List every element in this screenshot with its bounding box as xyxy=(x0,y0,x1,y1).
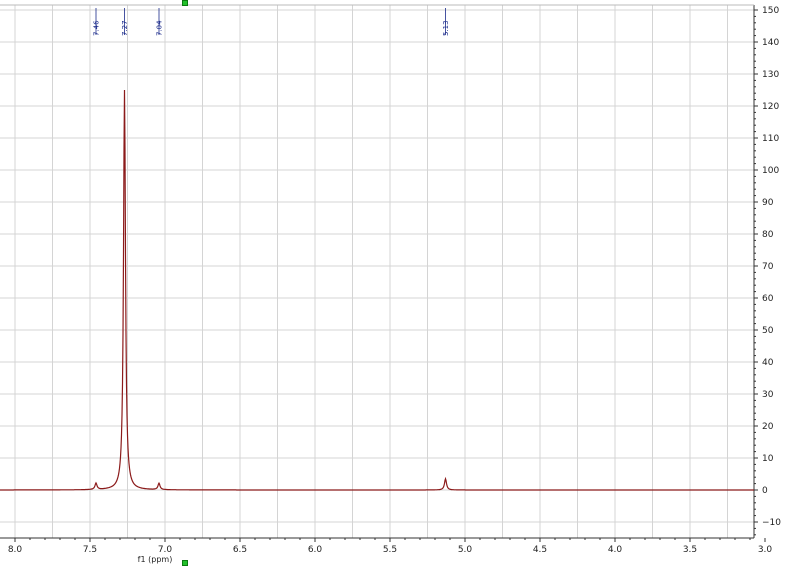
peak-label: 7.46 xyxy=(93,20,101,36)
x-axis-title: f1 (ppm) xyxy=(138,555,173,564)
x-tick-label: 4.0 xyxy=(608,545,623,555)
y-tick-label: 130 xyxy=(762,70,779,80)
x-tick-label: 6.5 xyxy=(233,545,247,555)
y-tick-label: 150 xyxy=(762,6,779,16)
y-tick-label: 50 xyxy=(762,326,774,336)
y-tick-label: 110 xyxy=(762,134,779,144)
y-tick-label: 0 xyxy=(762,486,768,496)
nmr-spectrum-chart: 7.467.277.045.132.051.681.571.260.880.84… xyxy=(0,0,800,565)
y-tick-label: 100 xyxy=(762,166,779,176)
y-tick-label: 30 xyxy=(762,390,774,400)
y-tick-label: 90 xyxy=(762,198,774,208)
y-tick-label: 70 xyxy=(762,262,774,272)
y-tick-label: 60 xyxy=(762,294,774,304)
x-tick-label: 5.5 xyxy=(383,545,397,555)
x-tick-label: 5.0 xyxy=(458,545,473,555)
top-range-marker[interactable] xyxy=(182,0,188,6)
x-tick-label: 8.0 xyxy=(8,545,23,555)
y-tick-label: 140 xyxy=(762,38,779,48)
x-tick-label: 7.5 xyxy=(83,545,97,555)
peak-label: 7.04 xyxy=(156,20,164,36)
plot-background xyxy=(0,0,800,565)
bottom-range-marker[interactable] xyxy=(182,560,188,566)
y-tick-label: 20 xyxy=(762,422,774,432)
y-tick-label: 40 xyxy=(762,358,774,368)
peak-label: 7.27 xyxy=(121,20,129,36)
y-tick-label: −10 xyxy=(762,518,781,528)
peak-label: 5.13 xyxy=(442,20,450,36)
x-tick-label: 6.0 xyxy=(308,545,323,555)
x-tick-label: 3.5 xyxy=(683,545,697,555)
x-tick-label: 3.0 xyxy=(758,545,773,555)
y-tick-label: 120 xyxy=(762,102,779,112)
x-tick-label: 7.0 xyxy=(158,545,173,555)
y-tick-label: 80 xyxy=(762,230,774,240)
y-tick-label: 10 xyxy=(762,454,774,464)
x-tick-label: 4.5 xyxy=(533,545,547,555)
